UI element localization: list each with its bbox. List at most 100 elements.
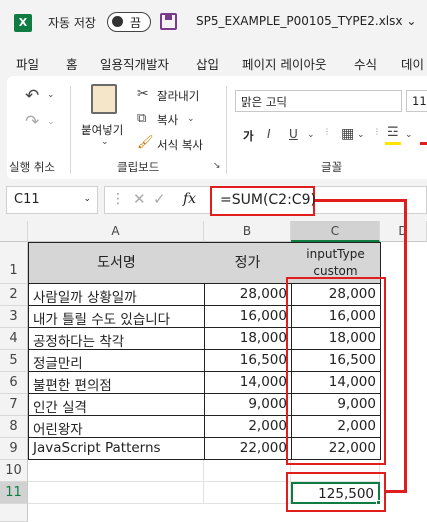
autosave-label: 자동 저장 — [48, 16, 96, 30]
empty-cell[interactable] — [204, 482, 291, 504]
cancel-icon[interactable]: ✕ — [133, 190, 146, 208]
result-highlight-box — [286, 472, 386, 512]
row-header-6[interactable]: 6 — [0, 372, 28, 394]
header-cell-title[interactable]: 도서명 — [28, 242, 205, 284]
price-cell[interactable]: 22,000 — [204, 438, 292, 460]
bold-button[interactable]: 가 — [243, 128, 254, 144]
connector-line — [386, 490, 406, 493]
underline-icon[interactable]: U — [289, 128, 298, 140]
title-cell[interactable]: 인간 실격 — [28, 394, 205, 416]
copy-icon[interactable]: ⧉ — [137, 112, 146, 125]
row-header-4[interactable]: 4 — [0, 328, 28, 350]
price-cell[interactable]: 2,000 — [204, 416, 292, 438]
ribbon-tabs: 파일 홈 일용직개발자 삽입 페이지 레이아웃 수식 데이 — [0, 46, 427, 78]
title-cell[interactable]: 불편한 편의점 — [28, 372, 205, 394]
connector-line — [315, 199, 406, 202]
empty-cell[interactable] — [204, 460, 291, 482]
paste-label[interactable]: 붙여넣기 — [81, 122, 123, 138]
paste-dropdown-icon[interactable]: ⌄ — [101, 138, 109, 147]
fill-color-icon[interactable]: ☲ — [387, 126, 399, 139]
fill-color-swatch — [385, 142, 401, 145]
tab-insert[interactable]: 삽입 — [196, 54, 219, 73]
formula-input[interactable]: =SUM(C2:C9) — [210, 186, 316, 216]
formula-text: =SUM(C2:C9) — [220, 192, 316, 208]
title-cell[interactable]: 사람일까 상황일까 — [28, 284, 205, 306]
title-cell[interactable]: 어린왕자 — [28, 416, 205, 438]
price-cell[interactable]: 14,000 — [204, 372, 292, 394]
underline-dropdown-icon[interactable]: ⌄ — [307, 131, 315, 140]
file-name[interactable]: SP5_EXAMPLE_P00105_TYPE2.xlsx ⌄ — [196, 14, 416, 28]
format-painter-icon[interactable]: 🖌 — [137, 136, 154, 149]
divider — [70, 86, 71, 174]
title-cell[interactable]: 공정하다는 착각 — [28, 328, 205, 350]
insert-function-icon[interactable]: fx — [183, 191, 196, 207]
row-header-3[interactable]: 3 — [0, 306, 28, 328]
price-cell[interactable]: 28,000 — [204, 284, 292, 306]
column-header-c[interactable]: C — [291, 221, 380, 242]
tab-home[interactable]: 홈 — [66, 54, 78, 78]
row-header-7[interactable]: 7 — [0, 394, 28, 416]
enter-icon[interactable]: ✓ — [153, 190, 166, 208]
price-cell[interactable]: 16,000 — [204, 306, 292, 328]
name-box[interactable]: C11 ⌄ — [6, 186, 98, 214]
title-bar: X 자동 저장 끔 SP5_EXAMPLE_P00105_TYPE2.xlsx … — [0, 0, 427, 46]
undo-icon[interactable]: ↶ — [25, 88, 39, 105]
font-name-select[interactable]: 맑은 고딕 — [235, 90, 402, 112]
row-header-12[interactable] — [0, 504, 28, 522]
copy-dropdown-icon[interactable]: ⌄ — [187, 115, 195, 124]
header-cell-price[interactable]: 정가 — [204, 242, 292, 284]
font-group-label: 글꼴 — [321, 160, 343, 174]
price-cell[interactable]: 16,500 — [204, 350, 292, 372]
redo-dropdown-icon[interactable]: ⌄ — [47, 118, 55, 127]
chevron-down-icon: ⌄ — [406, 14, 417, 28]
row-header-8[interactable]: 8 — [0, 416, 28, 438]
font-name-value: 맑은 고딕 — [241, 95, 287, 109]
price-cell[interactable]: 18,000 — [204, 328, 292, 350]
format-painter-label[interactable]: 서식 복사 — [157, 137, 203, 153]
fill-color-dropdown-icon[interactable]: ⌄ — [405, 131, 413, 140]
tab-file[interactable]: 파일 — [16, 54, 39, 73]
tab-page-layout[interactable]: 페이지 레이아웃 — [242, 54, 326, 73]
italic-icon[interactable]: I — [267, 128, 271, 140]
divider-dots-icon: ⋮ — [323, 127, 331, 136]
clipboard-launcher-icon[interactable]: ↘ — [213, 162, 221, 171]
title-cell[interactable]: 정글만리 — [28, 350, 205, 372]
row-header-1[interactable]: 1 — [0, 242, 28, 284]
row-header-11[interactable]: 11 — [0, 482, 28, 504]
range-highlight-box — [286, 277, 386, 465]
name-box-value: C11 — [14, 192, 40, 207]
title-cell[interactable]: JavaScript Patterns — [28, 438, 205, 460]
font-size-select[interactable]: 11 — [406, 90, 427, 112]
cut-label[interactable]: 잘라내기 — [157, 88, 199, 104]
font-size-value: 11 — [412, 94, 427, 108]
undo-dropdown-icon[interactable]: ⌄ — [47, 91, 55, 100]
empty-cell[interactable] — [28, 482, 204, 504]
chevron-down-icon[interactable]: ⌄ — [83, 194, 91, 204]
tab-macro[interactable]: 일용직개발자 — [100, 54, 169, 73]
column-header-a[interactable]: A — [28, 221, 204, 242]
row-header-5[interactable]: 5 — [0, 350, 28, 372]
excel-logo-icon: X — [14, 14, 32, 32]
row-header-9[interactable]: 9 — [0, 438, 28, 460]
empty-cell[interactable] — [28, 460, 204, 482]
copy-label[interactable]: 복사 — [157, 112, 178, 128]
border-icon[interactable]: ▦ — [341, 127, 354, 141]
autosave-toggle[interactable]: 끔 — [107, 12, 151, 32]
paste-icon[interactable] — [91, 84, 117, 114]
font-color-swatch — [420, 142, 427, 145]
row-header-10[interactable]: 10 — [0, 460, 28, 482]
tab-data[interactable]: 데이 — [401, 54, 424, 73]
price-cell[interactable]: 9,000 — [204, 394, 292, 416]
ribbon: ↶ ⌄ ↷ ⌄ 실행 취소 붙여넣기 ⌄ ✂ 잘라내기 ⧉ 복사 ⌄ 🖌 서식 … — [7, 76, 427, 179]
border-dropdown-icon[interactable]: ⌄ — [357, 131, 365, 140]
clipboard-group-label: 클립보드 — [117, 160, 160, 174]
select-all-corner[interactable] — [0, 221, 28, 242]
title-cell[interactable]: 내가 틀릴 수도 있습니다 — [28, 306, 205, 328]
cut-icon[interactable]: ✂ — [137, 87, 149, 101]
redo-icon[interactable]: ↷ — [25, 114, 39, 131]
column-header-b[interactable]: B — [204, 221, 291, 242]
save-icon[interactable] — [160, 13, 177, 30]
toggle-state-label: 끔 — [130, 16, 142, 30]
tab-formulas[interactable]: 수식 — [354, 54, 377, 73]
row-header-2[interactable]: 2 — [0, 284, 28, 306]
